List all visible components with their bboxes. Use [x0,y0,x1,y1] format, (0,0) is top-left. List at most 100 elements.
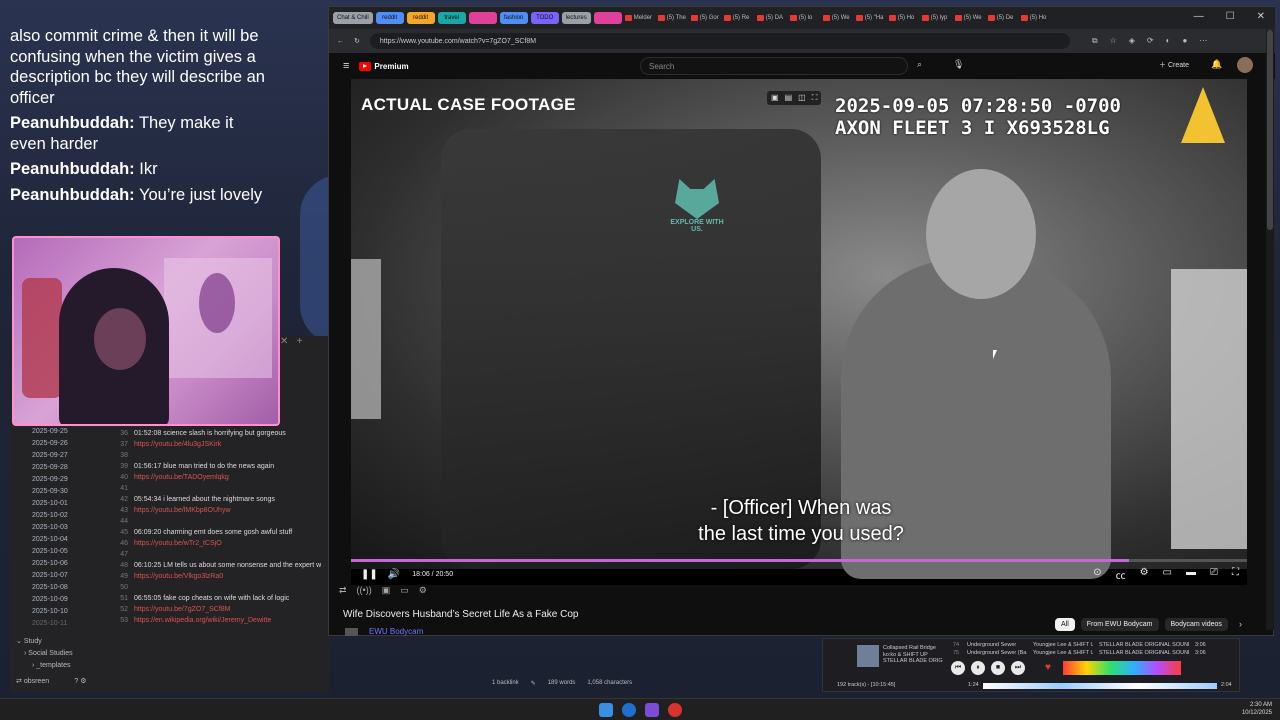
notifications-bell-icon[interactable]: 🔔 [1211,59,1222,70]
settings-gear-icon[interactable]: ⚙ [1140,567,1149,582]
autoplay-toggle[interactable]: ⊙ [1093,567,1101,582]
menu-dots-icon[interactable]: ⋯ [1199,36,1207,46]
page-scrollbar[interactable] [1266,30,1274,630]
note-link[interactable]: https://youtu.be/7gZO7_SCf8M [134,604,231,615]
daily-note-item[interactable]: 2025-10-02 [10,510,110,522]
tab-group[interactable]: TODO [530,12,559,24]
extension-icon[interactable]: ⟳ [1147,36,1154,46]
reload-icon[interactable]: ↻ [354,37,360,45]
track-row[interactable]: 75 Underground Sewer (Ba... Youngjee Lee &… [953,649,1243,657]
browser-tab[interactable]: Melder [624,11,655,25]
daily-note-item[interactable]: 2025-10-07 [10,570,110,582]
avatar[interactable] [1237,57,1253,73]
daily-note-item[interactable]: 2025-10-06 [10,558,110,570]
browser-tab[interactable]: (5) We [954,11,985,25]
search-input[interactable]: Search [640,57,908,75]
fullscreen-icon[interactable]: ⛶ [812,93,818,103]
screenshot-icon[interactable]: ▣ [382,585,391,596]
cast-icon[interactable]: ▤ [785,93,793,103]
miniplayer-icon[interactable]: ▣ [771,93,779,103]
video-progress-bar[interactable] [351,559,1247,562]
gear-icon[interactable]: ⚙ [419,585,427,596]
chip-bodycam-videos[interactable]: Bodycam videos [1164,618,1228,631]
tab-group[interactable] [593,12,622,24]
minimize-icon[interactable]: — [1194,11,1204,22]
fullscreen-icon[interactable]: ⛶ [1232,567,1239,582]
daily-note-item[interactable]: 2025-09-27 [10,450,110,462]
browser-tab[interactable]: (5) Ho [888,11,919,25]
settings-icon[interactable]: ⚙ [80,678,86,685]
note-link[interactable]: https://youtu.be/4lu3gJSKirk [134,439,221,450]
note-link[interactable]: https://youtu.be/TADOyemlqkg [134,472,229,483]
browser-tab[interactable]: (5) DA [756,11,787,25]
daily-note-item[interactable]: 2025-10-09 [10,594,110,606]
chevron-right-icon[interactable]: › [1239,619,1242,629]
daily-note-item[interactable]: 2025-10-08 [10,582,110,594]
seek-bar[interactable] [983,683,1217,689]
pause-icon[interactable]: ❚❚ [361,569,378,580]
browser-tab[interactable]: (5) Re [723,11,754,25]
vault-switcher[interactable]: ⇄ obsreen ? ⚙ [10,676,120,688]
captions-icon[interactable]: ㏄ [1116,567,1126,582]
note-link[interactable]: https://youtu.be/lMKbp8OUhyw [134,505,231,516]
daily-note-item[interactable]: 2025-09-30 [10,486,110,498]
folder-templates[interactable]: › _templates [10,660,120,672]
miniplayer-icon[interactable]: ▭ [1163,567,1172,582]
help-icon[interactable]: ? [74,678,78,685]
scrollbar-thumb[interactable] [1267,30,1273,230]
daily-note-item[interactable]: 2025-09-29 [10,474,110,486]
tab-group[interactable]: travel [437,12,466,24]
chip-from-channel[interactable]: From EWU Bodycam [1080,618,1159,631]
backlink-count[interactable]: 1 backlink [492,680,519,687]
youtube-logo[interactable]: Premium [359,61,409,71]
daily-note-item[interactable]: 2025-10-04 [10,534,110,546]
note-editor[interactable]: 36 01:52:08 science slash is horrifying b… [114,428,339,626]
browser-tab[interactable]: (5) lyp [921,11,952,25]
folder-social-studies[interactable]: › Social Studies [10,648,120,660]
daily-note-item[interactable]: 2025-09-26 [10,438,110,450]
pip-icon[interactable]: ◫ [798,93,806,103]
folder-study[interactable]: ⌄ Study [10,636,120,648]
extension-icon[interactable]: ◈ [1129,36,1135,46]
browser-tab[interactable]: (5) De [987,11,1018,25]
browser-tab[interactable]: (5) lo [789,11,820,25]
tab-group[interactable]: lectures [561,12,591,24]
extension-icon[interactable]: ◐ [1166,36,1171,46]
tab-group[interactable]: Chat & Chill [333,12,373,24]
next-icon[interactable]: ⏭ [1011,661,1025,675]
chip-all[interactable]: All [1055,618,1075,631]
previous-icon[interactable]: ⏮ [951,661,965,675]
browser-tab[interactable]: (5) Ho [1020,11,1051,25]
create-button[interactable]: ＋ Create [1159,60,1189,70]
stop-icon[interactable]: ■ [991,661,1005,675]
channel-avatar[interactable] [345,628,358,636]
edge-browser-icon[interactable] [622,703,636,717]
pause-icon[interactable]: ⏸ [971,661,985,675]
browser-tab[interactable]: (5) "Ha [855,11,886,25]
profile-icon[interactable]: ● [1182,36,1187,46]
window-icon[interactable]: ▭ [400,585,409,596]
note-link[interactable]: https://youtu.be/Vlkgo3lzRa0 [134,571,223,582]
tab-group[interactable]: fashion [499,12,528,24]
obsidian-icon[interactable] [645,703,659,717]
notes-tab-controls[interactable]: ✕ + [280,336,330,350]
daily-note-item[interactable]: 2025-10-03 [10,522,110,534]
back-icon[interactable]: ← [337,38,344,45]
loop-icon[interactable]: ⇄ [339,585,347,596]
track-row[interactable]: 74 Underground Sewer Youngjee Lee & SHIFT … [953,641,1243,649]
extension-icon[interactable]: ⧉ [1092,36,1098,46]
video-player[interactable]: ACTUAL CASE FOOTAGE ▣ ▤ ◫ ⛶ 2025-09-05 0… [351,79,1247,585]
daily-note-item[interactable]: 2025-10-10 [10,606,110,618]
daily-note-item[interactable]: 2025-09-25 [10,426,110,438]
edit-icon[interactable]: ✎ [531,680,536,687]
theater-mode-icon[interactable]: ▬ [1186,567,1196,582]
daily-note-item[interactable]: 2025-09-28 [10,462,110,474]
hamburger-menu-icon[interactable]: ≡ [343,60,349,72]
browser-tab[interactable]: (5) The [657,11,688,25]
cast-icon[interactable]: ⎚ [1210,567,1218,582]
note-link[interactable]: https://en.wikipedia.org/wiki/Jeremy_Dew… [134,615,271,626]
daily-note-item[interactable]: 2025-10-11 [10,618,110,630]
microphone-icon[interactable]: 🎙 [953,59,964,70]
search-icon[interactable]: ⌕ [917,59,922,70]
bookmark-star-icon[interactable]: ☆ [1110,36,1117,46]
